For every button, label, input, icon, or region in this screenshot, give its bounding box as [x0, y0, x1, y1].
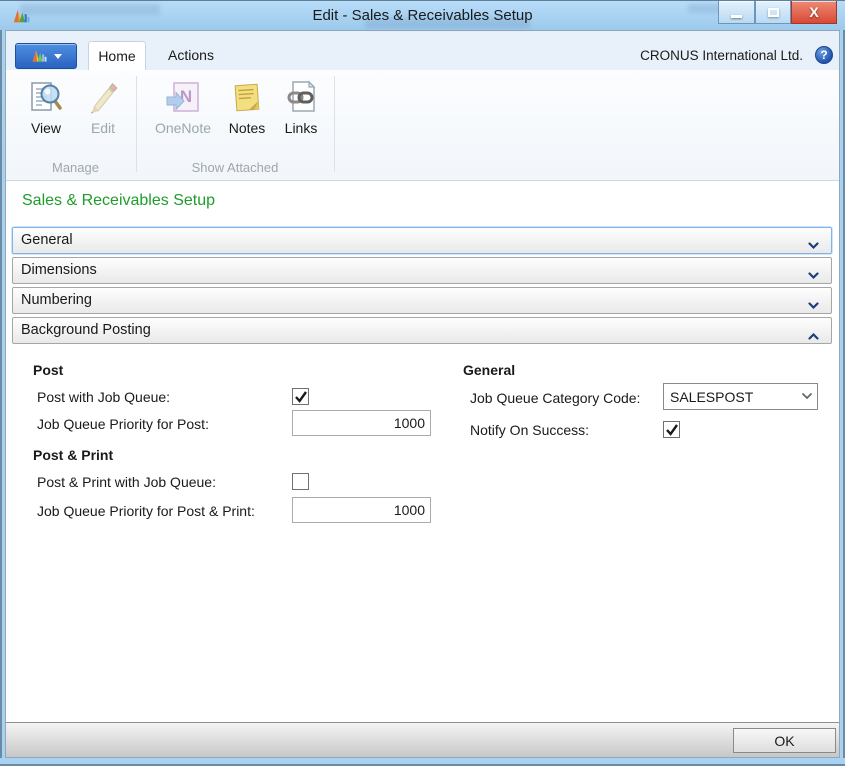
chevron-down-icon	[808, 297, 819, 305]
checkmark-icon	[294, 390, 308, 404]
links-chain-icon	[283, 80, 319, 116]
maximize-button[interactable]	[755, 1, 791, 24]
close-button[interactable]: X	[791, 1, 837, 24]
minimize-button[interactable]	[718, 1, 755, 24]
window-frame-bottom	[0, 758, 845, 766]
window-edit-sales-receivables-setup: Edit - Sales & Receivables Setup X Home …	[0, 0, 845, 766]
job-queue-priority-post-input[interactable]	[292, 410, 431, 436]
ribbon-separator	[334, 76, 335, 172]
help-button[interactable]: ?	[815, 46, 833, 64]
job-queue-priority-post-print-input[interactable]	[292, 497, 431, 523]
edit-button: Edit	[79, 78, 127, 150]
fasttab-background-posting-label: Background Posting	[21, 318, 151, 343]
window-frame-right	[840, 30, 845, 766]
chevron-down-icon	[808, 267, 819, 275]
ribbon-group-show-attached-label: Show Attached	[136, 158, 334, 178]
view-button-label: View	[31, 120, 61, 136]
edit-button-label: Edit	[91, 120, 115, 136]
tab-actions[interactable]: Actions	[155, 41, 227, 70]
app-logo-icon	[31, 48, 47, 64]
job-queue-priority-post-print-label: Job Queue Priority for Post & Print:	[37, 503, 255, 519]
ribbon-group-manage-label: Manage	[15, 158, 136, 178]
ok-button[interactable]: OK	[733, 728, 836, 753]
group-heading-post: Post	[33, 362, 63, 378]
titlebar[interactable]: Edit - Sales & Receivables Setup X	[0, 0, 845, 30]
onenote-button-label: OneNote	[155, 120, 211, 136]
edit-pencil-icon	[85, 80, 121, 116]
footer-bar: OK	[5, 722, 840, 758]
fasttab-dimensions-label: Dimensions	[21, 258, 97, 283]
notify-on-success-checkbox[interactable]	[663, 421, 680, 438]
notes-sticky-icon	[229, 80, 265, 116]
job-queue-category-code-dropdown[interactable]: SALESPOST	[663, 383, 818, 410]
links-button-label: Links	[285, 120, 318, 136]
close-icon: X	[809, 4, 818, 20]
onenote-icon: N	[165, 80, 201, 116]
notes-button[interactable]: Notes	[222, 78, 272, 150]
ribbon-tabstrip: Home Actions CRONUS International Ltd. ?	[5, 30, 840, 70]
notify-on-success-label: Notify On Success:	[470, 422, 589, 438]
chevron-up-icon	[808, 327, 819, 335]
post-print-with-job-queue-checkbox[interactable]	[292, 473, 309, 490]
fasttab-dimensions[interactable]: Dimensions	[12, 257, 832, 284]
job-queue-category-code-label: Job Queue Category Code:	[470, 390, 640, 406]
links-button[interactable]: Links	[277, 78, 325, 150]
page-title: Sales & Receivables Setup	[22, 192, 215, 210]
window-frame-left	[0, 30, 5, 766]
post-with-job-queue-checkbox[interactable]	[292, 388, 309, 405]
view-document-magnifier-icon	[28, 80, 64, 116]
group-heading-general: General	[463, 362, 515, 378]
notes-button-label: Notes	[229, 120, 266, 136]
application-menu-button[interactable]	[15, 43, 77, 69]
group-heading-post-and-print: Post & Print	[33, 447, 113, 463]
fasttab-general[interactable]: General	[12, 227, 832, 254]
fasttab-background-posting[interactable]: Background Posting	[12, 317, 832, 344]
ribbon: View Edit N	[5, 70, 840, 181]
company-name: CRONUS International Ltd.	[640, 41, 803, 70]
post-with-job-queue-label: Post with Job Queue:	[37, 389, 170, 405]
onenote-button: N OneNote	[147, 78, 219, 150]
job-queue-category-code-value: SALESPOST	[664, 389, 797, 405]
tab-home[interactable]: Home	[88, 41, 146, 70]
fasttab-general-label: General	[21, 228, 73, 253]
post-print-with-job-queue-label: Post & Print with Job Queue:	[37, 474, 216, 490]
maximize-icon	[768, 8, 779, 17]
checkmark-icon	[665, 423, 679, 437]
view-button[interactable]: View	[20, 78, 72, 150]
job-queue-priority-post-label: Job Queue Priority for Post:	[37, 416, 209, 432]
chevron-down-icon	[797, 393, 817, 400]
fasttab-numbering[interactable]: Numbering	[12, 287, 832, 314]
chevron-down-icon	[54, 54, 62, 59]
fasttab-numbering-label: Numbering	[21, 288, 92, 313]
chevron-down-icon	[808, 237, 819, 245]
minimize-icon	[731, 15, 742, 18]
